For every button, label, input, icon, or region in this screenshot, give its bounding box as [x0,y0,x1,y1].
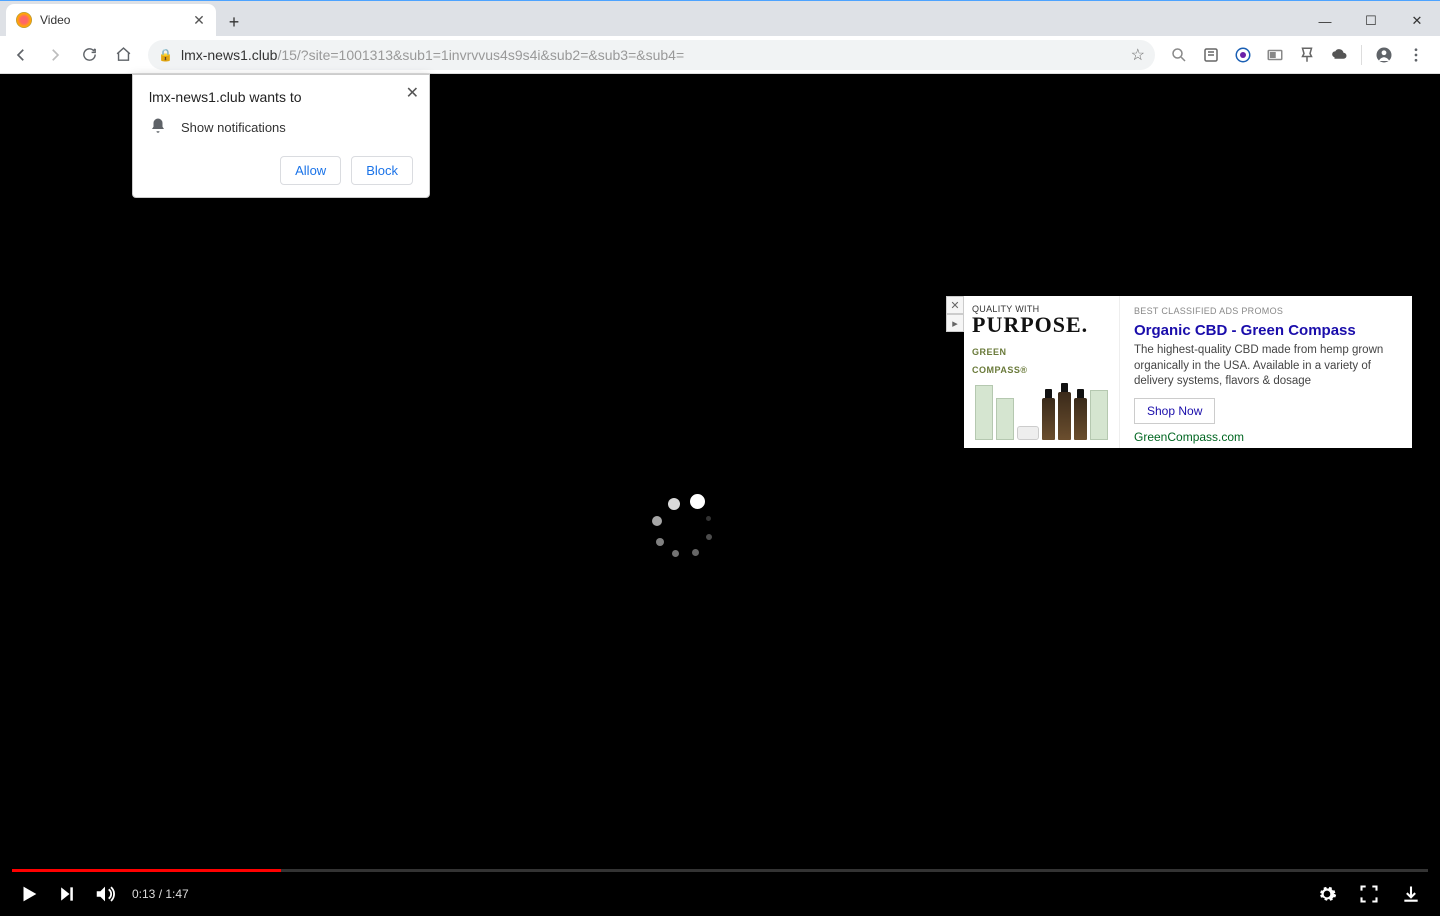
loading-spinner [650,494,718,562]
url-text: lmx-news1.club/15/?site=1001313&sub1=1in… [181,47,684,63]
profile-button[interactable] [1370,41,1398,69]
back-button[interactable] [6,40,36,70]
permission-item: Show notifications [149,117,413,138]
extension-icons [1165,41,1434,69]
ad-text-panel[interactable]: BEST CLASSIFIED ADS PROMOS Organic CBD -… [1120,296,1412,448]
download-button[interactable] [1400,883,1422,905]
ext-cloud-icon[interactable] [1325,41,1353,69]
permission-block-button[interactable]: Block [351,156,413,185]
video-viewport[interactable]: ✕ ▸ QUALITY WITH PURPOSE. GREENCOMPASS® … [0,74,1440,916]
browser-tab[interactable]: Video ✕ [6,4,216,36]
reload-button[interactable] [74,40,104,70]
close-window-button[interactable]: ✕ [1394,6,1440,36]
bookmark-star-icon[interactable]: ☆ [1131,45,1145,65]
ad-category: BEST CLASSIFIED ADS PROMOS [1134,306,1398,316]
browser-toolbar: 🔒 lmx-news1.club/15/?site=1001313&sub1=1… [0,36,1440,74]
permission-prompt: ✕ lmx-news1.club wants to Show notificat… [132,74,430,198]
home-button[interactable] [108,40,138,70]
lock-icon: 🔒 [158,48,173,62]
ext-pin-icon[interactable] [1293,41,1321,69]
volume-button[interactable] [94,883,116,905]
ad-next-button[interactable]: ▸ [946,314,964,332]
ext-zoom-icon[interactable] [1165,41,1193,69]
ad-overlay: ✕ ▸ QUALITY WITH PURPOSE. GREENCOMPASS® … [964,296,1412,448]
window-controls: ― ☐ ✕ [1302,6,1440,36]
tab-strip: Video ✕ + ― ☐ ✕ [0,0,1440,36]
address-bar[interactable]: 🔒 lmx-news1.club/15/?site=1001313&sub1=1… [148,40,1155,70]
ext-reader-icon[interactable] [1197,41,1225,69]
ext-circle-icon[interactable] [1229,41,1257,69]
permission-close-button[interactable]: ✕ [406,83,419,103]
permission-title: lmx-news1.club wants to [149,89,413,105]
tab-close-button[interactable]: ✕ [192,13,206,27]
ad-brand: GREENCOMPASS® [972,342,1111,378]
menu-button[interactable] [1402,41,1430,69]
ad-display-url: GreenCompass.com [1134,430,1398,444]
ad-product-image [972,378,1111,440]
tab-title: Video [40,13,70,27]
tab-favicon [16,12,32,28]
minimize-button[interactable]: ― [1302,6,1348,36]
permission-item-label: Show notifications [181,120,286,135]
ad-description: The highest-quality CBD made from hemp g… [1134,343,1398,390]
ad-tagline-2: PURPOSE. [972,314,1111,336]
ad-creative[interactable]: QUALITY WITH PURPOSE. GREENCOMPASS® [964,296,1120,448]
fullscreen-button[interactable] [1358,883,1380,905]
settings-button[interactable] [1316,883,1338,905]
ad-headline: Organic CBD - Green Compass [1134,322,1398,339]
bell-icon [149,117,167,138]
ext-card-icon[interactable] [1261,41,1289,69]
new-tab-button[interactable]: + [220,8,248,36]
toolbar-separator [1361,45,1362,65]
video-controls: 0:13 / 1:47 [0,872,1440,916]
maximize-button[interactable]: ☐ [1348,6,1394,36]
ad-cta-button[interactable]: Shop Now [1134,398,1215,424]
permission-allow-button[interactable]: Allow [280,156,341,185]
next-button[interactable] [56,883,78,905]
play-button[interactable] [18,883,40,905]
ad-close-button[interactable]: ✕ [946,296,964,314]
forward-button[interactable] [40,40,70,70]
video-time-display: 0:13 / 1:47 [132,887,189,901]
